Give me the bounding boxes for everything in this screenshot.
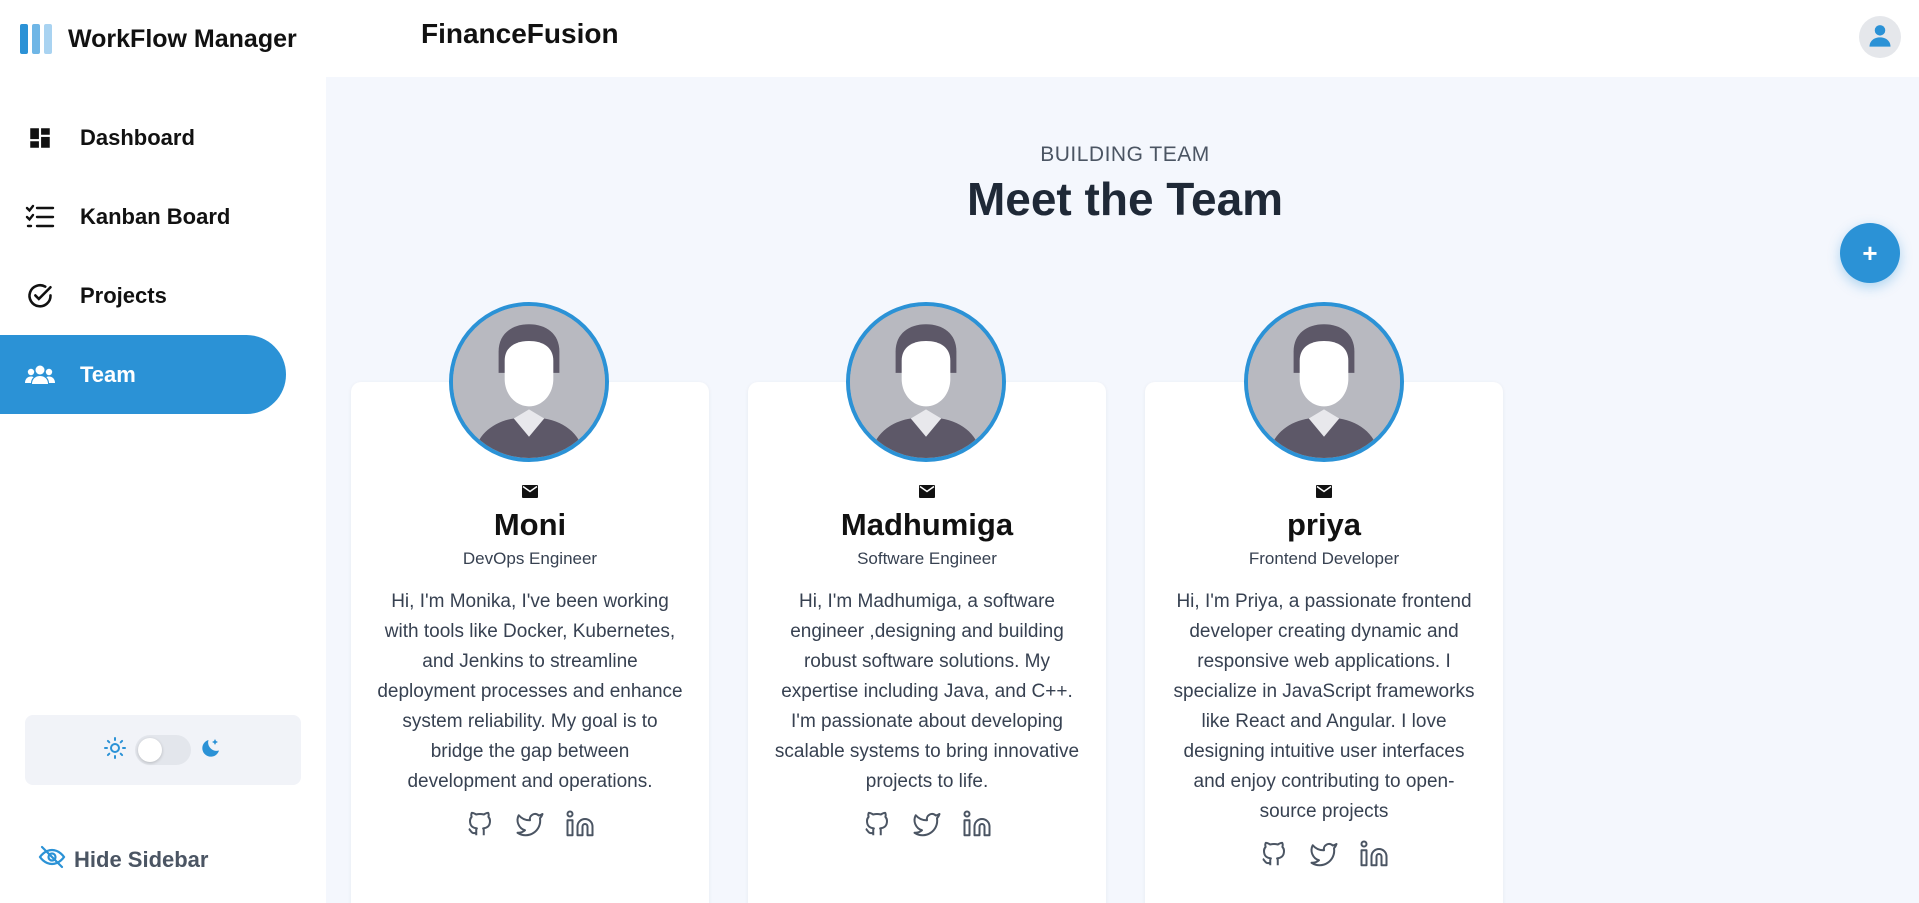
section-eyebrow: BUILDING TEAM: [1040, 143, 1210, 166]
brand: WorkFlow Manager: [20, 18, 297, 60]
linkedin-icon[interactable]: [1359, 839, 1389, 869]
member-bio: Hi, I'm Priya, a passionate frontend dev…: [1173, 590, 1475, 822]
linkedin-icon[interactable]: [565, 809, 595, 839]
sidebar-item-dashboard[interactable]: Dashboard: [0, 98, 300, 177]
checklist-icon: [24, 201, 56, 233]
sidebar-item-label: Kanban Board: [80, 203, 231, 229]
sidebar: WorkFlow Manager Dashboard Kanban Board …: [0, 0, 326, 903]
user-avatar-button[interactable]: [1859, 16, 1901, 58]
sidebar-item-team[interactable]: Team: [0, 335, 286, 414]
theme-switcher: [25, 715, 301, 785]
github-icon[interactable]: [862, 809, 892, 839]
sun-icon: [103, 736, 127, 765]
hide-sidebar-label: Hide Sidebar: [74, 846, 209, 872]
member-role: Software Engineer: [857, 548, 997, 568]
github-icon[interactable]: [465, 809, 495, 839]
check-circle-icon: [24, 280, 56, 312]
brand-logo-icon: [20, 24, 52, 54]
brand-name: WorkFlow Manager: [68, 24, 297, 53]
mail-icon[interactable]: [918, 482, 936, 500]
sidebar-item-label: Projects: [80, 282, 167, 308]
top-header: FinanceFusion: [326, 0, 1919, 77]
eye-slash-icon: [38, 845, 66, 874]
social-links: [748, 809, 1106, 839]
social-links: [351, 809, 709, 839]
linkedin-icon[interactable]: [962, 809, 992, 839]
member-bio: Hi, I'm Monika, I've been working with t…: [377, 590, 683, 792]
theme-toggle[interactable]: [135, 735, 191, 765]
social-links: [1145, 839, 1503, 869]
member-avatar: [1244, 302, 1404, 462]
member-role: Frontend Developer: [1248, 548, 1400, 568]
twitter-icon[interactable]: [1309, 839, 1339, 869]
github-icon[interactable]: [1259, 839, 1289, 869]
dashboard-icon: [24, 122, 56, 154]
add-member-button[interactable]: +: [1840, 223, 1900, 283]
member-avatar: [846, 302, 1006, 462]
plus-icon: +: [1862, 237, 1878, 268]
sidebar-item-label: Dashboard: [80, 124, 195, 150]
page-title: Meet the Team: [966, 173, 1284, 225]
twitter-icon[interactable]: [912, 809, 942, 839]
user-icon: [1866, 21, 1894, 54]
member-bio: Hi, I'm Madhumiga, a software engineer ,…: [774, 590, 1080, 792]
member-avatar: [449, 302, 609, 462]
member-role: DevOps Engineer: [462, 548, 598, 568]
hide-sidebar-button[interactable]: Hide Sidebar: [38, 845, 208, 874]
toggle-knob: [138, 738, 162, 762]
app-title: FinanceFusion: [421, 18, 619, 49]
sidebar-item-label: Team: [80, 361, 136, 387]
sidebar-nav: Dashboard Kanban Board Projects Team: [0, 98, 300, 414]
member-name: priya: [1286, 506, 1362, 542]
member-name: Madhumiga: [840, 506, 1014, 542]
team-icon: [24, 359, 56, 391]
moon-icon: [199, 736, 223, 765]
member-name: Moni: [493, 506, 567, 542]
sidebar-item-projects[interactable]: Projects: [0, 256, 300, 335]
sidebar-item-kanban-board[interactable]: Kanban Board: [0, 177, 300, 256]
mail-icon[interactable]: [521, 482, 539, 500]
twitter-icon[interactable]: [515, 809, 545, 839]
mail-icon[interactable]: [1315, 482, 1333, 500]
